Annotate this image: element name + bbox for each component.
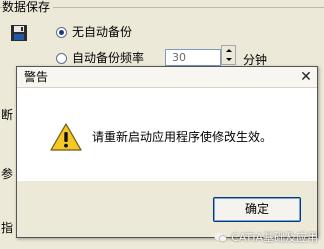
settings-group-title: 数据保存 [2, 0, 54, 14]
radio-autosave-frequency-label: 自动备份频率 [72, 51, 145, 65]
watermark-text: CATIA基础及应用 [231, 231, 318, 244]
side-label-fragment-3: 指 [1, 221, 14, 235]
radio-no-autosave-label: 无自动备份 [72, 25, 133, 39]
radio-button-selected[interactable] [56, 26, 67, 38]
radio-no-autosave[interactable]: 无自动备份 [56, 25, 132, 39]
radio-autosave-frequency[interactable]: 自动备份频率 [56, 51, 144, 65]
floppy-disk-icon [11, 25, 27, 41]
warning-icon [50, 123, 82, 151]
side-label-fragment-2: 参 [1, 167, 14, 181]
warning-dialog: 警告 ✕ 请重新启动应用程序使修改生效。 确定 [16, 66, 318, 238]
dialog-message: 请重新启动应用程序使修改生效。 [92, 130, 273, 144]
autosave-minutes-stepper[interactable] [221, 45, 236, 65]
dialog-title: 警告 [24, 70, 49, 84]
radio-button[interactable] [56, 52, 67, 64]
ok-button[interactable]: 确定 [213, 197, 301, 222]
watermark: CATIA基础及应用 [214, 229, 318, 245]
autosave-minutes-input[interactable]: 30 [165, 49, 221, 66]
dialog-content: 请重新启动应用程序使修改生效。 [17, 88, 317, 181]
wechat-icon [214, 232, 228, 242]
close-icon[interactable]: ✕ [299, 70, 313, 84]
dialog-titlebar[interactable]: 警告 ✕ [17, 67, 317, 88]
side-label-fragment-1: 断 [1, 108, 14, 122]
